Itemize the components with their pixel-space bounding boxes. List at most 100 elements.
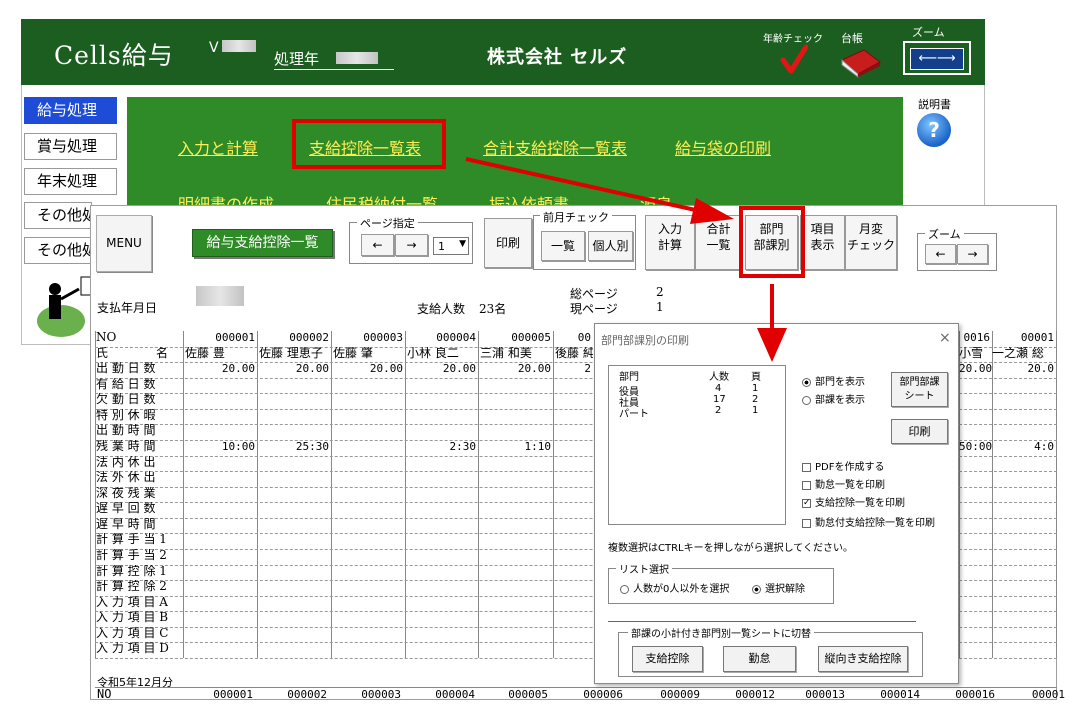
monthly-change-line1: 月変 — [858, 222, 883, 236]
menu-button[interactable]: MENU — [96, 215, 152, 272]
close-icon[interactable]: × — [939, 330, 951, 346]
list-header-page: 頁 — [751, 372, 761, 383]
bottom-row-cell: 000005 — [508, 688, 548, 701]
row-label: 計 算 手 当 2 — [96, 549, 167, 562]
dept-sheet-button[interactable]: 部門部課 シート — [891, 372, 948, 407]
table-cell: 一之瀬 総 — [992, 346, 1044, 360]
radio-show-dept[interactable]: 部門を表示 — [802, 373, 865, 388]
total-list-button[interactable]: 合計 一覧 — [695, 215, 742, 270]
menu-resident-tax[interactable]: 住民税納付一覧 — [326, 191, 438, 205]
menu-input-calc[interactable]: 入力と計算 — [178, 135, 258, 159]
dialog-print-button[interactable]: 印刷 — [891, 419, 948, 444]
row-label: 計 算 控 除 2 — [96, 580, 167, 594]
ledger-book-icon[interactable] — [838, 46, 884, 78]
row-label: 法 内 休 出 — [96, 455, 156, 469]
radio-clear[interactable]: 選択解除 — [752, 580, 805, 595]
current-page-label: 現ページ — [570, 302, 618, 316]
radio-off-icon — [802, 395, 811, 405]
proc-year-value-blurred — [336, 52, 378, 64]
list-header-dept: 部門 — [619, 372, 639, 383]
row-label: 入 力 項 目 D — [96, 642, 169, 656]
menu-total-payment-list[interactable]: 合計支給控除一覧表 — [483, 135, 627, 159]
dept-sheet-line1: 部門部課 — [899, 377, 940, 388]
employee-count-value: 23名 — [479, 302, 507, 316]
table-cell: 10:00 — [221, 440, 255, 453]
table-cell: 佐藤 理恵子 — [259, 346, 323, 360]
input-calc-button[interactable]: 入力 計算 — [645, 215, 695, 270]
sidebar-item-yearend[interactable]: 年末処理 — [24, 168, 117, 195]
bottom-row-cell: 000003 — [361, 688, 401, 701]
checkbox-icon — [802, 480, 811, 490]
checkbox-payment[interactable]: ✓ 支給控除一覧を印刷 — [802, 494, 905, 509]
table-cell: 50:00 — [959, 440, 992, 453]
table-cell: 2 — [584, 362, 591, 376]
menu-pay-envelope[interactable]: 給与袋の印刷 — [675, 135, 771, 159]
sidebar-item-other-2[interactable]: その他処理 — [24, 237, 92, 264]
checkbox-icon — [802, 518, 811, 528]
version-value-blurred — [222, 40, 256, 52]
prev-month-list-button[interactable]: 一覧 — [541, 231, 585, 261]
table-cell: 20.00 — [442, 362, 476, 376]
bottom-row-cell: 000016 — [955, 688, 995, 701]
version-label: V — [209, 40, 219, 56]
page-prev-button[interactable]: ← — [361, 234, 394, 256]
row-label: 欠 勤 日 数 — [96, 393, 156, 407]
highlight-box-dept — [739, 206, 805, 278]
total-list-line1: 合計 — [706, 222, 731, 236]
checkmark-icon: ✓ — [802, 497, 811, 508]
checkbox-pdf[interactable]: PDFを作成する — [802, 458, 884, 473]
table-cell: 000005 — [511, 331, 551, 344]
menu-statement[interactable]: 明細書の作成 — [178, 191, 274, 205]
menu-withholding[interactable]: 源泉 — [640, 191, 672, 205]
row-label: 出 勤 時 間 — [96, 424, 156, 438]
sidebar-item-bonus[interactable]: 賞与処理 — [24, 133, 117, 160]
help-question-icon[interactable]: ? — [917, 113, 951, 147]
list-item-page: 1 — [752, 405, 759, 416]
table-cell: 20.00 — [517, 362, 551, 376]
check-mark-icon[interactable] — [780, 44, 808, 74]
table-cell — [331, 440, 405, 453]
menu-transfer[interactable]: 振込依頼書 — [489, 191, 569, 205]
table-cell: 小雪 — [959, 346, 984, 360]
table-cell: 4:0 — [1034, 440, 1054, 453]
list-item-dept[interactable]: パート — [619, 405, 649, 420]
sidebar-item-other-1[interactable]: その他処理 — [24, 202, 92, 229]
switch-attendance-button[interactable]: 勤怠 — [723, 646, 796, 672]
payment-list-title-button[interactable]: 給与支給控除一覧 — [192, 229, 333, 257]
switch-vertical-payment-button[interactable]: 縦向き支給控除 — [818, 646, 908, 672]
company-name: 株式会社 セルズ — [487, 47, 628, 68]
bottom-row-cell: 000014 — [880, 688, 920, 701]
table-cell: 三浦 和美 — [480, 346, 532, 360]
table-cell: 00 — [577, 331, 591, 344]
checkbox-attendance[interactable]: 勤怠一覧を印刷 — [802, 476, 885, 491]
checkbox-att-payment[interactable]: 勤怠付支給控除一覧を印刷 — [802, 514, 935, 529]
bottom-row-cell: 000002 — [287, 688, 327, 701]
row-label: 入 力 項 目 A — [96, 595, 168, 609]
list-item-count: 2 — [715, 405, 722, 416]
table-cell: 25:30 — [295, 440, 329, 453]
table-cell: 000003 — [363, 331, 403, 344]
zoom-out-button[interactable]: ← — [925, 244, 956, 264]
dept-list[interactable]: 部門 人数 頁 役員 4 1 社員 17 2 パート 2 1 — [608, 365, 786, 525]
page-next-button[interactable]: → — [395, 234, 428, 256]
monthly-change-button[interactable]: 月変 チェック — [845, 215, 897, 270]
checkbox-pdf-label: PDFを作成する — [815, 462, 885, 473]
row-label: 残 業 時 間 — [96, 440, 156, 453]
zoom-in-button[interactable]: → — [957, 244, 988, 264]
radio-on-icon — [802, 377, 811, 387]
sidebar-item-salary[interactable]: 給与処理 — [24, 97, 117, 124]
current-page-value: 1 — [656, 300, 664, 314]
table-cell: 2:30 — [449, 440, 477, 453]
chevron-down-icon: ▼ — [459, 239, 466, 249]
list-item-count: 17 — [713, 394, 726, 405]
prev-month-individual-button[interactable]: 個人別 — [588, 231, 633, 261]
switch-payment-button[interactable]: 支給控除 — [632, 646, 703, 672]
page-select[interactable]: 1 ▼ — [433, 237, 469, 255]
row-label: 氏 名 — [96, 346, 169, 360]
checkbox-icon — [802, 462, 811, 472]
radio-show-section[interactable]: 部課を表示 — [802, 391, 865, 406]
radio-select-nonzero[interactable]: 人数が0人以外を選択 — [620, 580, 729, 595]
item-display-button[interactable]: 項目 表示 — [800, 215, 845, 270]
print-button[interactable]: 印刷 — [484, 218, 532, 268]
zoom-expand-icon[interactable]: ⟵⟶ — [910, 48, 964, 70]
